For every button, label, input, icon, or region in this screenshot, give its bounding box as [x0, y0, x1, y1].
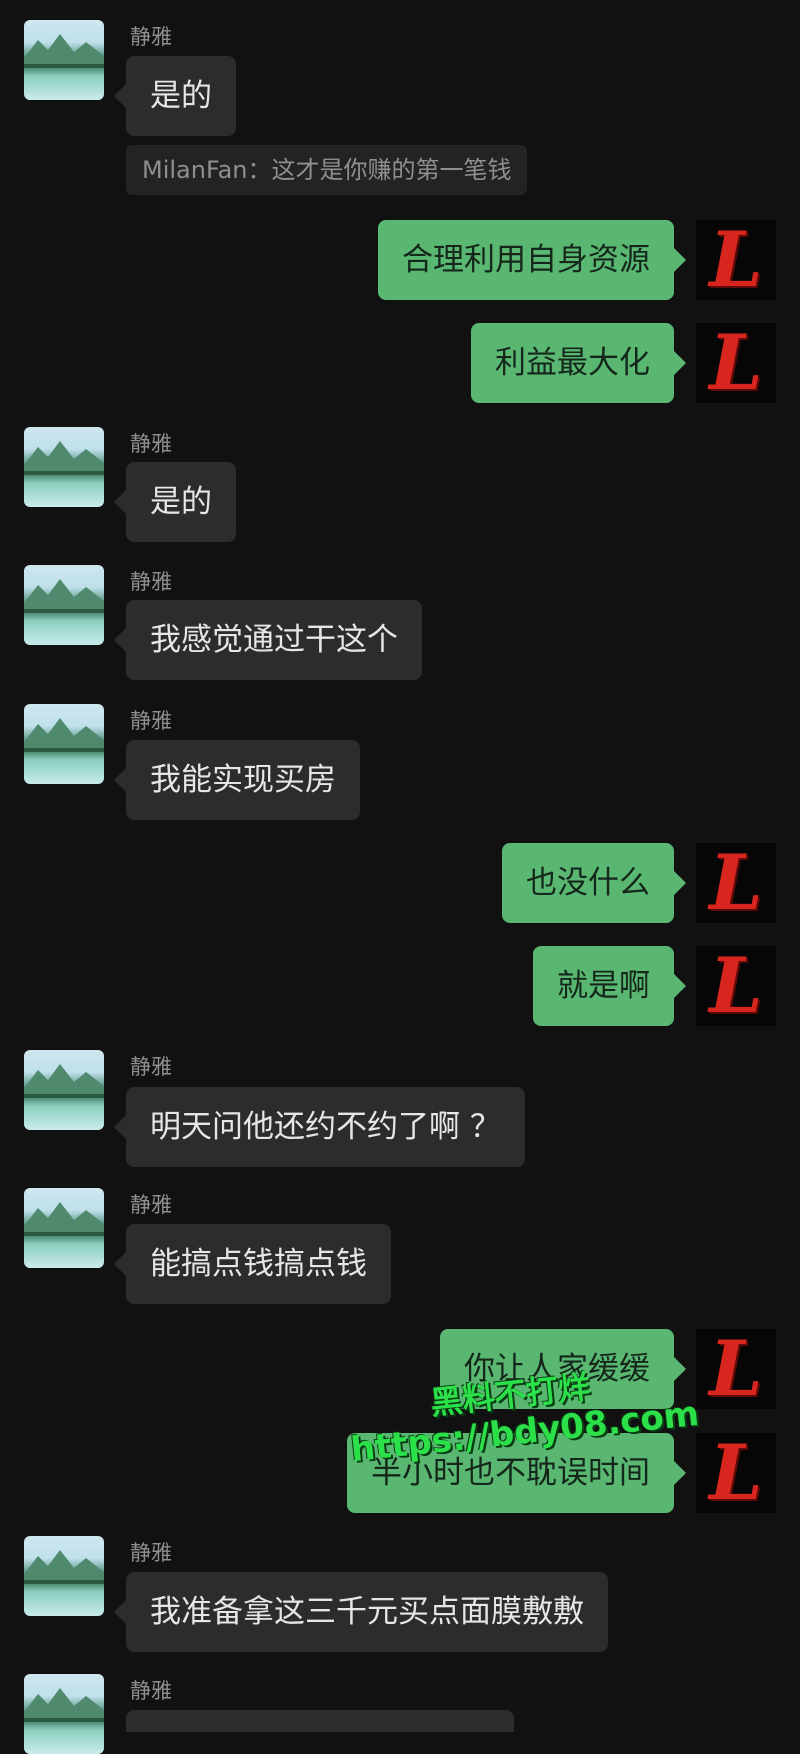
- quoted-message[interactable]: MilanFan：这才是你赚的第一笔钱: [126, 145, 528, 195]
- avatar-letter: L: [709, 318, 763, 407]
- message-bubble[interactable]: 是的: [114, 462, 236, 542]
- contact-name: 静雅: [130, 25, 172, 49]
- message-bubble[interactable]: 我准备拿这三千元买点面膜敷敷: [114, 1572, 608, 1652]
- self-avatar[interactable]: L: [696, 1329, 776, 1409]
- contact-avatar[interactable]: [24, 20, 104, 100]
- contact-name: 静雅: [130, 1055, 172, 1079]
- contact-name: 静雅: [130, 570, 172, 594]
- message-bubble-partial[interactable]: [126, 1710, 514, 1732]
- contact-name: 静雅: [130, 709, 172, 733]
- message-bubble[interactable]: 是的: [114, 56, 236, 136]
- message-bubble[interactable]: 我感觉通过干这个: [114, 600, 422, 680]
- contact-avatar[interactable]: [24, 1188, 104, 1268]
- contact-avatar[interactable]: [24, 427, 104, 507]
- message-bubble-outgoing[interactable]: 也没什么: [502, 843, 686, 923]
- message-bubble[interactable]: 能搞点钱搞点钱: [114, 1224, 391, 1304]
- message-bubble-outgoing[interactable]: 合理利用自身资源: [378, 220, 686, 300]
- avatar-letter: L: [709, 1428, 763, 1517]
- message-bubble[interactable]: 明天问他还约不约了啊 ？: [114, 1087, 525, 1167]
- contact-avatar[interactable]: [24, 1674, 104, 1754]
- contact-name: 静雅: [130, 432, 172, 456]
- contact-name: 静雅: [130, 1193, 172, 1217]
- self-avatar[interactable]: L: [696, 843, 776, 923]
- message-bubble-outgoing[interactable]: 利益最大化: [471, 323, 686, 403]
- avatar-letter: L: [709, 1324, 763, 1413]
- contact-name: 静雅: [130, 1541, 172, 1565]
- self-avatar[interactable]: L: [696, 946, 776, 1026]
- contact-name: 静雅: [130, 1679, 172, 1703]
- self-avatar[interactable]: L: [696, 220, 776, 300]
- self-avatar[interactable]: L: [696, 323, 776, 403]
- message-bubble-outgoing[interactable]: 就是啊: [533, 946, 686, 1026]
- message-bubble[interactable]: 我能实现买房: [114, 740, 360, 820]
- contact-avatar[interactable]: [24, 565, 104, 645]
- avatar-letter: L: [709, 941, 763, 1030]
- avatar-letter: L: [709, 215, 763, 304]
- avatar-letter: L: [709, 838, 763, 927]
- self-avatar[interactable]: L: [696, 1433, 776, 1513]
- contact-avatar[interactable]: [24, 1050, 104, 1130]
- contact-avatar[interactable]: [24, 704, 104, 784]
- contact-avatar[interactable]: [24, 1536, 104, 1616]
